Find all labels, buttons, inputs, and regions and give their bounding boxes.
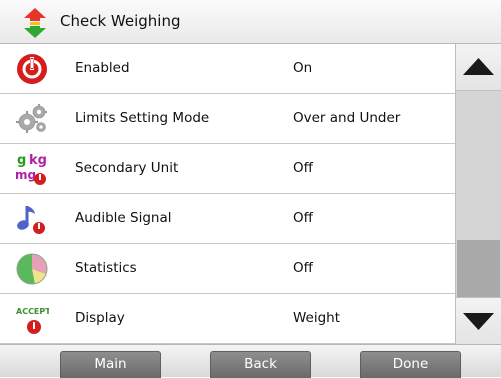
setting-value: Over and Under [293, 110, 401, 126]
power-icon [17, 54, 47, 84]
gears-icon [16, 104, 47, 133]
svg-text:kg: kg [29, 153, 47, 168]
check-weighing-arrows-icon [24, 8, 46, 38]
setting-value: Weight [293, 310, 341, 326]
svg-text:g: g [17, 153, 26, 168]
setting-label: Display [75, 310, 125, 326]
setting-row-secondary-unit[interactable]: g kg mg Secondary Unit Off [0, 144, 455, 194]
setting-label: Secondary Unit [75, 160, 179, 176]
footer-bar: Main Back Done [0, 344, 501, 378]
triangle-up-icon [463, 58, 494, 75]
page-title: Check Weighing [60, 12, 181, 30]
scroll-up-button[interactable] [456, 44, 501, 91]
scroll-down-button[interactable] [456, 297, 501, 344]
title-bar: Check Weighing [0, 0, 501, 44]
units-icon: g kg mg [15, 153, 47, 185]
setting-value: Off [293, 160, 313, 176]
back-button[interactable]: Back [210, 351, 311, 378]
setting-value: Off [293, 260, 313, 276]
setting-row-audible-signal[interactable]: Audible Signal Off [0, 194, 455, 244]
scroll-thumb[interactable] [457, 240, 500, 298]
setting-value: On [293, 60, 313, 76]
setting-row-limits-setting-mode[interactable]: Limits Setting Mode Over and Under [0, 94, 455, 144]
pie-chart-icon [16, 253, 48, 285]
triangle-down-icon [463, 313, 494, 330]
setting-label: Limits Setting Mode [75, 110, 210, 126]
scrollbar[interactable] [455, 44, 501, 344]
setting-row-enabled[interactable]: Enabled On [0, 44, 455, 94]
accept-icon: ACCEPT [16, 307, 49, 334]
main-button[interactable]: Main [60, 351, 161, 378]
music-note-icon [17, 206, 45, 234]
svg-text:ACCEPT: ACCEPT [16, 307, 49, 316]
setting-label: Audible Signal [75, 210, 172, 226]
setting-row-statistics[interactable]: Statistics Off [0, 244, 455, 294]
setting-row-display[interactable]: ACCEPT Display Weight [0, 294, 455, 344]
svg-text:mg: mg [15, 168, 36, 182]
settings-list: Enabled On Limits Setting Mode Over and … [0, 44, 455, 344]
setting-value: Off [293, 210, 313, 226]
setting-label: Enabled [75, 60, 130, 76]
setting-label: Statistics [75, 260, 137, 276]
done-button[interactable]: Done [360, 351, 461, 378]
